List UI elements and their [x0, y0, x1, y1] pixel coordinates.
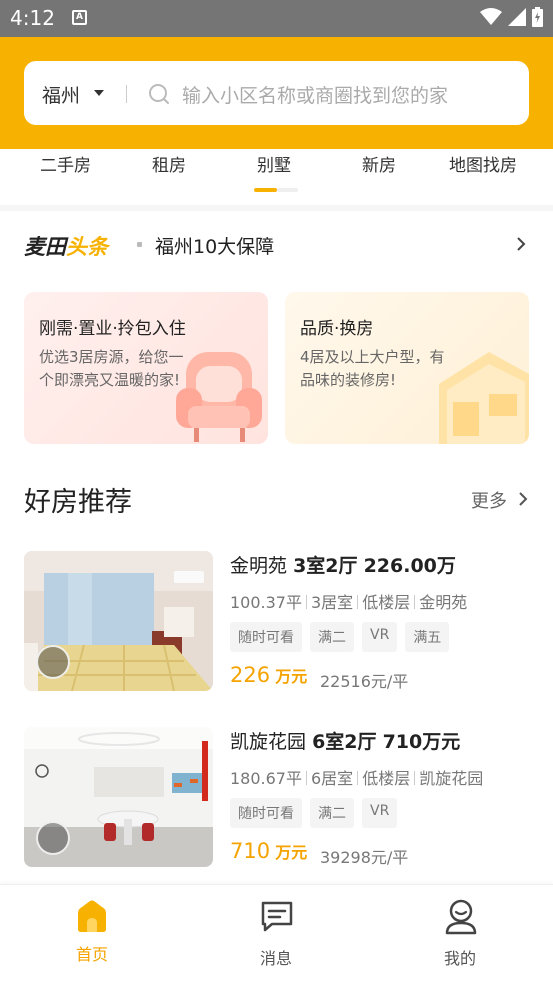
listing-community: 凯旋花园	[419, 769, 484, 788]
nav-messages[interactable]: 消息	[184, 885, 368, 984]
listing-card[interactable]: 金明苑 3室2厅 226.00万 100.37平 3居室 低楼层 金明苑 随时可看 满…	[0, 551, 553, 696]
listing-price-number: 710	[230, 839, 271, 863]
status-time: 4:12	[10, 6, 55, 30]
listing-total: 226.00万	[363, 555, 456, 577]
bottom-nav: 首页 消息 我的	[0, 884, 553, 984]
listing-meta: 100.37平 3居室 低楼层 金明苑	[230, 589, 467, 613]
listing-price-number: 226	[230, 663, 271, 687]
battery-icon	[532, 7, 543, 27]
listing-price: 226 万元	[230, 663, 307, 687]
listing-area: 100.37平	[230, 593, 302, 612]
promo-card-starter[interactable]: 刚需·置业·拎包入住 优选3居房源，给您一个即漂亮又温暖的家!	[24, 292, 268, 444]
signal-icon	[508, 8, 526, 26]
listing-name: 金明苑	[230, 555, 288, 577]
house-illustration	[439, 352, 529, 444]
promo-card-title: 品质·换房	[300, 319, 374, 339]
nav-profile[interactable]: 我的	[368, 885, 552, 984]
listing-name: 凯旋花园	[230, 731, 307, 753]
tab-scroll-track	[277, 188, 298, 192]
nav-home[interactable]: 首页	[0, 885, 184, 984]
listing-tag: 满二	[310, 798, 354, 828]
listing-area: 180.67平	[230, 769, 302, 788]
profile-icon[interactable]	[444, 899, 478, 935]
wifi-icon	[480, 8, 502, 25]
listing-total: 710万元	[382, 731, 461, 753]
listing-tag: 满二	[310, 622, 354, 652]
listing-title: 金明苑 3室2厅 226.00万	[230, 551, 456, 578]
chevron-right-icon[interactable]	[516, 236, 526, 252]
promo-card-upgrade[interactable]: 品质·换房 4居及以上大户型，有品味的装修房!	[285, 292, 529, 444]
nav-label: 我的	[443, 949, 476, 968]
notification-icon: A	[72, 10, 87, 25]
tab-ershoufang[interactable]: 二手房	[40, 151, 91, 176]
listing-price: 710 万元	[230, 839, 307, 863]
search-bar[interactable]: 福州 输入小区名称或商圈找到您的家	[24, 61, 529, 125]
section-divider	[0, 205, 553, 211]
listing-rooms: 6居室	[311, 769, 354, 788]
armchair-illustration	[176, 352, 262, 442]
vr-badge-icon[interactable]	[36, 645, 70, 679]
listing-floor: 低楼层	[362, 593, 411, 612]
tab-xinfang[interactable]: 新房	[362, 151, 396, 176]
listing-title: 凯旋花园 6室2厅 710万元	[230, 727, 460, 754]
category-tabs: 二手房 租房 别墅 新房 地图找房	[0, 149, 553, 199]
promo-card-title: 刚需·置业·拎包入住	[39, 319, 186, 339]
listing-unit-price: 39298元/平	[320, 848, 409, 867]
listing-photo[interactable]	[24, 551, 213, 691]
listing-price-unit: 万元	[275, 843, 308, 862]
listing-rooms: 3居室	[311, 593, 354, 612]
vr-badge-icon[interactable]	[36, 821, 70, 855]
news-logo-part1: 麦田	[24, 235, 66, 259]
tab-scroll-indicator	[254, 188, 277, 192]
listing-tags: 随时可看 满二 VR 满五	[230, 622, 450, 652]
chevron-right-icon[interactable]	[518, 491, 528, 507]
listing-meta: 180.67平 6居室 低楼层 凯旋花园	[230, 765, 483, 789]
tab-bieshu[interactable]: 别墅	[257, 151, 291, 176]
nav-label: 消息	[259, 949, 292, 968]
listing-price-unit: 万元	[275, 667, 308, 686]
listing-tag: VR	[362, 798, 398, 828]
home-icon[interactable]	[75, 899, 109, 933]
status-bar: 4:12 A	[0, 0, 553, 37]
tab-map-search[interactable]: 地图找房	[449, 151, 517, 176]
listing-floor: 低楼层	[362, 769, 411, 788]
promo-card-desc: 4居及以上大户型，有品味的装修房!	[300, 348, 445, 389]
message-icon[interactable]	[260, 899, 294, 933]
listing-tag: 随时可看	[230, 622, 302, 652]
nav-label: 首页	[75, 945, 108, 964]
listing-layout: 6室2厅	[312, 731, 377, 753]
news-logo-part2: 头条	[66, 235, 108, 259]
listing-layout: 3室2厅	[293, 555, 358, 577]
listing-unit-price: 22516元/平	[320, 672, 409, 691]
news-ticker[interactable]: 麦田头条 福州10大保障	[0, 225, 553, 265]
news-logo: 麦田头条	[24, 231, 108, 261]
listing-community: 金明苑	[419, 593, 468, 612]
listing-tag: 随时可看	[230, 798, 302, 828]
status-icons	[480, 7, 543, 27]
news-text[interactable]: 福州10大保障	[155, 232, 274, 259]
listing-photo[interactable]	[24, 727, 213, 867]
section-title: 好房推荐	[24, 487, 132, 518]
news-dot	[137, 242, 142, 247]
more-link[interactable]: 更多	[471, 487, 507, 513]
caret-down-icon[interactable]	[94, 90, 104, 96]
tab-zufang[interactable]: 租房	[152, 151, 186, 176]
divider	[126, 85, 127, 103]
search-input[interactable]: 输入小区名称或商圈找到您的家	[182, 81, 448, 108]
listing-tag: VR	[362, 622, 398, 652]
city-selector[interactable]: 福州	[42, 81, 80, 108]
header: 福州 输入小区名称或商圈找到您的家	[0, 37, 553, 149]
listing-tags: 随时可看 满二 VR	[230, 798, 398, 828]
listing-card[interactable]: 凯旋花园 6室2厅 710万元 180.67平 6居室 低楼层 凯旋花园 随时可看 满…	[0, 727, 553, 872]
listing-tag: 满五	[405, 622, 450, 652]
search-icon	[149, 84, 169, 104]
